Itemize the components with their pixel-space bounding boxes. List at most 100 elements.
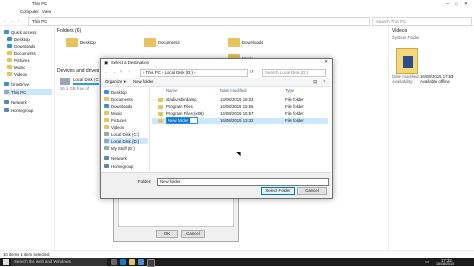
- folder-icon: [158, 98, 163, 102]
- windows-start-icon[interactable]: [3, 259, 9, 265]
- dialog-search-input[interactable]: Search Local Disk (D:): [262, 69, 326, 77]
- picture-icon: [104, 118, 109, 122]
- folders-section-header[interactable]: Folders (6): [57, 28, 81, 34]
- up-icon[interactable]: ↑: [128, 69, 130, 74]
- drive-name[interactable]: Local Disk (C:): [73, 77, 101, 82]
- nav-music[interactable]: Music: [7, 64, 25, 70]
- tree-item-local-disk-c[interactable]: Local Disk (C:): [104, 131, 139, 137]
- homegroup-icon: [104, 164, 109, 168]
- forward-icon[interactable]: →: [112, 69, 116, 74]
- item-date: 13/08/2015 18:23: [220, 97, 254, 102]
- tree-item-network[interactable]: Network: [104, 155, 127, 161]
- details-name: Videos: [392, 28, 408, 34]
- homegroup-icon: [4, 108, 9, 112]
- column-type-header[interactable]: Type: [285, 88, 294, 93]
- close-icon[interactable]: ✕: [464, 1, 468, 6]
- taskbar-search-text: Search the web and Windows: [14, 259, 71, 264]
- desktop-icon: [7, 37, 12, 41]
- maximize-icon[interactable]: □: [455, 1, 458, 6]
- item-name: stadiumbirdamp: [166, 97, 197, 102]
- clock-date[interactable]: 16/08/2015: [436, 262, 454, 266]
- document-icon: [104, 97, 109, 101]
- ok-button[interactable]: OK: [156, 230, 178, 238]
- tree-item-local-disk-d[interactable]: Local Disk (D:): [104, 138, 148, 144]
- tree-item-videos[interactable]: Videos: [104, 124, 124, 130]
- address-bar[interactable]: This PC: [28, 17, 370, 26]
- nav-quick-access[interactable]: Quick access: [4, 29, 37, 35]
- file-explorer-icon[interactable]: [129, 259, 135, 265]
- item-type: File folder: [285, 118, 304, 123]
- item-date: 14/08/2015 15:56: [220, 104, 254, 109]
- cancel-button[interactable]: Cancel: [181, 230, 205, 238]
- desktop-icon: [104, 90, 109, 94]
- tree-item-documents[interactable]: Documents: [104, 96, 133, 102]
- network-icon: [4, 100, 9, 104]
- nav-documents[interactable]: Documents: [7, 50, 36, 56]
- search-input[interactable]: Search This PC: [372, 17, 472, 26]
- item-type: File folder: [285, 97, 304, 102]
- taskbar-search-box[interactable]: Search the web and Windows: [11, 258, 107, 266]
- refresh-icon[interactable]: ⟳: [250, 69, 254, 74]
- folder-tile-label[interactable]: Desktop: [80, 40, 96, 45]
- tree-item-my-stuff-e[interactable]: My Stuff (E:): [104, 145, 135, 151]
- up-icon[interactable]: ↑: [17, 18, 19, 23]
- drive-free-space: 26.1 GB free of: [60, 86, 90, 91]
- tab-view[interactable]: View: [42, 9, 51, 14]
- history-chevron-icon[interactable]: ˅: [120, 69, 123, 74]
- download-icon: [104, 104, 109, 108]
- download-icon: [7, 44, 12, 48]
- folder-field-label: Folder:: [138, 179, 152, 184]
- column-date-header[interactable]: Date modified: [220, 88, 247, 93]
- star-icon: [4, 30, 9, 34]
- list-item[interactable]: Program Files 14/08/2015 15:56 File fold…: [152, 104, 328, 110]
- nav-downloads[interactable]: Downloads: [7, 43, 35, 49]
- rename-input[interactable]: New folder: [166, 117, 198, 124]
- back-icon[interactable]: ←: [104, 69, 108, 74]
- details-type: System Folder: [392, 35, 420, 40]
- drive-icon: [104, 139, 109, 143]
- dialog-title-bar: ▣ Select a Destination: [101, 59, 331, 67]
- nav-desktop[interactable]: Desktop: [7, 36, 30, 42]
- list-item[interactable]: stadiumbirdamp 13/08/2015 18:23 File fol…: [152, 97, 328, 103]
- minimize-icon[interactable]: ─: [446, 1, 449, 6]
- nav-this-pc[interactable]: This PC: [4, 89, 52, 95]
- network-icon: [104, 156, 109, 160]
- store-icon[interactable]: [138, 259, 144, 265]
- tree-item-desktop[interactable]: Desktop: [104, 89, 127, 95]
- tree-item-music[interactable]: Music: [104, 110, 122, 116]
- organize-button[interactable]: Organize ▾: [105, 79, 126, 84]
- nav-pictures[interactable]: Pictures: [7, 57, 30, 63]
- nav-onedrive[interactable]: OneDrive: [4, 81, 29, 87]
- folder-tile-label[interactable]: Downloads: [242, 40, 263, 45]
- nav-homegroup[interactable]: Homegroup: [4, 107, 33, 113]
- help-icon[interactable]: ?: [323, 79, 325, 84]
- dialog-address-bar[interactable]: › This PC › Local Disk (D:) ›: [140, 69, 248, 77]
- dialog-cancel-button[interactable]: Cancel: [297, 187, 327, 195]
- tree-item-pictures[interactable]: Pictures: [104, 117, 127, 123]
- details-availability-label: Availability:: [392, 79, 414, 84]
- details-availability-value: Available offline: [420, 79, 450, 84]
- back-icon[interactable]: ←: [3, 18, 7, 23]
- drive-icon: [60, 78, 70, 85]
- folder-name-field[interactable]: New folder: [157, 178, 329, 186]
- edge-icon[interactable]: [120, 259, 126, 265]
- tree-item-homegroup[interactable]: Homegroup: [104, 163, 133, 169]
- new-folder-button[interactable]: New folder: [133, 79, 154, 84]
- column-name-header[interactable]: Name: [166, 88, 177, 93]
- devices-section-header[interactable]: Devices and drives: [57, 68, 99, 74]
- picture-icon: [7, 58, 12, 62]
- nav-network[interactable]: Network: [4, 99, 27, 105]
- task-view-icon[interactable]: [111, 259, 117, 265]
- forward-icon[interactable]: →: [10, 18, 14, 23]
- folder-tile-label[interactable]: Documents: [158, 40, 180, 45]
- dialog-close-icon[interactable]: ✕: [322, 59, 330, 66]
- notification-icon[interactable]: ▭: [425, 259, 429, 264]
- tab-computer[interactable]: Computer: [20, 9, 39, 14]
- music-icon: [104, 111, 109, 115]
- tree-item-downloads[interactable]: Downloads: [104, 103, 132, 109]
- item-name: Program Files (x86): [166, 111, 204, 116]
- nav-videos[interactable]: Videos: [7, 71, 27, 77]
- select-folder-button[interactable]: Select Folder: [261, 187, 295, 195]
- view-options-icon[interactable]: ▤: [313, 79, 317, 84]
- item-date: 16/08/2015 13:32: [220, 118, 254, 123]
